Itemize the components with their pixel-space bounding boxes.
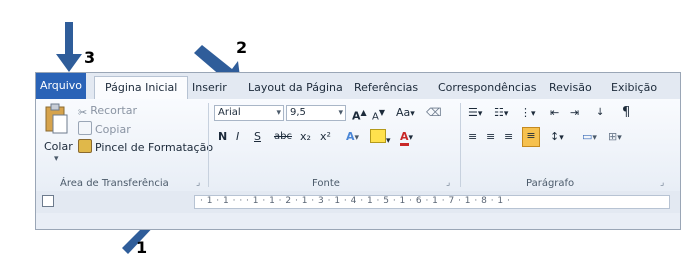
increase-indent-icon[interactable]: ⇥ — [570, 105, 579, 121]
chevron-down-icon: ▾ — [276, 108, 281, 118]
word-ribbon-window: Arquivo Página Inicial Inserir Layout da… — [35, 72, 681, 230]
shading-icon[interactable]: ▭▾ — [582, 129, 597, 146]
bold-button[interactable]: N — [218, 129, 227, 145]
ribbon-tabs: Arquivo Página Inicial Inserir Layout da… — [36, 73, 680, 100]
font-size-combo[interactable]: 9,5 ▾ — [286, 105, 346, 121]
ribbon-home: Colar ▾ ✂ Recortar Copiar Pincel de Forma… — [36, 99, 680, 192]
scissors-icon: ✂ — [78, 106, 88, 119]
annotation-number-1: 1 — [136, 238, 148, 257]
text-effects-button[interactable]: A▾ — [346, 129, 359, 146]
sort-icon[interactable]: ↓ — [596, 105, 604, 121]
bullets-icon[interactable]: ☰▾ — [468, 105, 482, 122]
clear-formatting-icon[interactable]: ⌫ — [426, 105, 442, 121]
copy-icon — [78, 121, 92, 135]
font-color-button[interactable]: A▾ — [400, 129, 413, 146]
subscript-button[interactable]: x₂ — [300, 129, 311, 145]
strikethrough-button[interactable]: abc — [274, 129, 292, 145]
separator — [460, 103, 461, 187]
numbering-icon[interactable]: ☷▾ — [494, 105, 508, 122]
underline-button[interactable]: S — [254, 129, 261, 145]
decrease-indent-icon[interactable]: ⇤ — [550, 105, 559, 121]
align-right-icon[interactable]: ≡ — [504, 129, 513, 145]
font-dialog-launcher[interactable]: ⌟ — [446, 175, 450, 191]
copy-button[interactable]: Copiar — [78, 121, 131, 138]
highlight-button[interactable]: ▾ — [370, 129, 391, 149]
ruler-bar: · 1 · 1 · · · 1 · 1 · 2 · 1 · 3 · 1 · 4 … — [36, 191, 680, 213]
borders-icon[interactable]: ⊞▾ — [608, 129, 622, 146]
justify-icon[interactable]: ≡ — [522, 127, 540, 147]
format-painter-button[interactable]: Pincel de Formatação — [78, 139, 213, 156]
line-spacing-icon[interactable]: ↕▾ — [550, 129, 564, 146]
tab-home[interactable]: Página Inicial — [94, 76, 189, 100]
font-group-label: Fonte — [312, 178, 340, 189]
annotation-number-3: 3 — [84, 48, 96, 67]
font-name-combo[interactable]: Arial ▾ — [214, 105, 284, 121]
tab-references[interactable]: Referências — [354, 77, 418, 99]
superscript-button[interactable]: x² — [320, 129, 331, 145]
annotation-number-2: 2 — [236, 38, 248, 57]
paste-dropdown-arrow[interactable]: ▾ — [54, 151, 59, 167]
tab-view[interactable]: Exibição — [611, 77, 657, 99]
tab-page-layout[interactable]: Layout da Página — [248, 77, 343, 99]
align-center-icon[interactable]: ≡ — [486, 129, 495, 145]
ruler-marks: · 1 · 1 · · · 1 · 1 · 2 · 1 · 3 · 1 · 4 … — [200, 196, 511, 206]
paragraph-group-label: Parágrafo — [526, 178, 575, 189]
shrink-font-button[interactable]: A▼ — [372, 105, 385, 125]
format-painter-icon — [78, 139, 92, 153]
tab-selector[interactable] — [42, 195, 54, 207]
paste-icon[interactable] — [44, 103, 70, 137]
chevron-down-icon: ▾ — [338, 108, 343, 118]
tab-insert[interactable]: Inserir — [192, 77, 227, 99]
tab-file[interactable]: Arquivo — [36, 73, 86, 99]
clipboard-group-label: Área de Transferência — [60, 178, 169, 189]
italic-button[interactable]: I — [236, 129, 239, 145]
tab-review[interactable]: Revisão — [549, 77, 592, 99]
grow-font-button[interactable]: A▲ — [352, 105, 367, 125]
multilevel-list-icon[interactable]: ⋮▾ — [520, 105, 536, 122]
separator — [208, 103, 209, 187]
clipboard-dialog-launcher[interactable]: ⌟ — [196, 175, 200, 191]
show-formatting-button[interactable]: ¶ — [622, 105, 630, 121]
align-left-icon[interactable]: ≡ — [468, 129, 477, 145]
paragraph-dialog-launcher[interactable]: ⌟ — [660, 175, 664, 191]
tab-mailings[interactable]: Correspondências — [438, 77, 537, 99]
cut-button[interactable]: ✂ Recortar — [78, 103, 137, 119]
change-case-button[interactable]: Aa▾ — [396, 105, 415, 122]
